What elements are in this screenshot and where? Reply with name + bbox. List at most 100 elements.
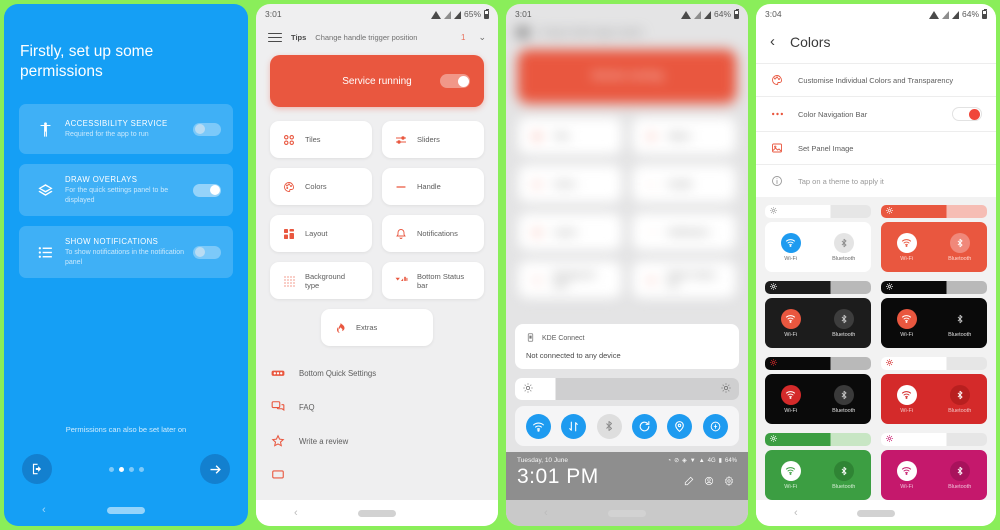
grid-item-handle[interactable]: Handle bbox=[382, 168, 484, 205]
permission-row-notifications[interactable]: SHOW NOTIFICATIONS To show notifications… bbox=[19, 226, 233, 279]
signal-icon-1 bbox=[693, 11, 701, 19]
tile-battery-saver[interactable] bbox=[702, 413, 728, 439]
tile-wifi[interactable] bbox=[526, 413, 552, 439]
list-item-partial[interactable] bbox=[270, 458, 484, 492]
list-item-write-a-review[interactable]: Write a review bbox=[270, 424, 484, 458]
settings-row-customise-colors[interactable]: Customise Individual Colors and Transpar… bbox=[756, 63, 996, 96]
theme-card-light-default[interactable]: Wi-Fi Bluetooth bbox=[765, 205, 871, 272]
signal-icon-1 bbox=[941, 11, 949, 19]
brightness-icon bbox=[885, 282, 894, 292]
battery-icon bbox=[734, 8, 739, 19]
theme-tile-wifi: Wi-Fi bbox=[896, 460, 917, 490]
grid-item-layout[interactable]: Layout bbox=[270, 215, 372, 252]
grid-item-bottom-status-bar[interactable]: Bottom Status bar bbox=[382, 262, 484, 299]
service-running-card[interactable]: Service running bbox=[270, 55, 484, 107]
permission-row-overlays[interactable]: DRAW OVERLAYS For the quick settings pan… bbox=[19, 164, 233, 217]
kde-connect-icon bbox=[526, 333, 535, 344]
tips-bar[interactable]: Tips Change handle trigger position 1 ⌄ bbox=[256, 24, 498, 53]
service-toggle[interactable] bbox=[440, 74, 470, 88]
grid-item-notifications[interactable]: Notifications bbox=[382, 215, 484, 252]
permission-toggle-overlays[interactable] bbox=[193, 183, 221, 197]
theme-card-red[interactable]: Wi-Fi Bluetooth bbox=[881, 357, 987, 424]
tile-mobile-data[interactable] bbox=[561, 413, 587, 439]
brightness-low-icon bbox=[523, 380, 533, 398]
back-arrow-icon[interactable]: ‹ bbox=[770, 33, 775, 50]
nav-back-icon[interactable]: ‹ bbox=[794, 507, 798, 519]
nav-back-icon[interactable]: ‹ bbox=[544, 507, 548, 519]
tips-label: Tips bbox=[291, 33, 307, 42]
settings-row-label: Set Panel Image bbox=[798, 143, 854, 153]
theme-tiles-preview: Wi-Fi Bluetooth bbox=[881, 374, 987, 424]
list-item-faq[interactable]: FAQ bbox=[270, 390, 484, 424]
chat-icon bbox=[270, 400, 286, 414]
permission-row-accessibility[interactable]: ACCESSIBILITY SERVICE Required for the a… bbox=[19, 104, 233, 155]
permission-text: DRAW OVERLAYS For the quick settings pan… bbox=[59, 175, 193, 205]
permission-subtitle: For the quick settings panel to be displ… bbox=[65, 187, 169, 204]
nav-dots-icon bbox=[770, 111, 784, 117]
theme-brightness-preview bbox=[881, 281, 987, 294]
permission-toggle-notifications[interactable] bbox=[193, 245, 221, 259]
arrow-right-icon[interactable] bbox=[200, 454, 230, 484]
grid-item-colors[interactable]: Colors bbox=[270, 168, 372, 205]
theme-tiles-preview: Wi-Fi Bluetooth bbox=[765, 374, 871, 424]
screenshot-strip: Firstly, set up some permissions ACCESSI… bbox=[0, 0, 1000, 530]
tile-location[interactable] bbox=[667, 413, 693, 439]
grid-item-tiles[interactable]: Tiles bbox=[270, 121, 372, 158]
theme-card-black-red[interactable]: Wi-Fi Bluetooth bbox=[765, 357, 871, 424]
chevron-down-icon[interactable]: ⌄ bbox=[478, 32, 486, 43]
theme-card-coral[interactable]: Wi-Fi Bluetooth bbox=[881, 205, 987, 272]
theme-tile-label: Wi-Fi bbox=[784, 407, 798, 414]
wifi-icon bbox=[780, 232, 801, 253]
nav-home-pill[interactable] bbox=[358, 509, 396, 517]
theme-tile-bluetooth: Bluetooth bbox=[948, 308, 971, 338]
dot-1 bbox=[108, 466, 114, 472]
settings-row-set-panel-image[interactable]: Set Panel Image bbox=[756, 131, 996, 164]
phone-panel-permissions: Firstly, set up some permissions ACCESSI… bbox=[0, 0, 252, 530]
dot-4 bbox=[138, 466, 144, 472]
quick-settings-icon bbox=[270, 366, 286, 380]
nav-home-pill[interactable] bbox=[107, 506, 145, 514]
brightness-icon bbox=[769, 358, 778, 368]
tile-auto-rotate[interactable] bbox=[632, 413, 658, 439]
nav-back-icon[interactable]: ‹ bbox=[42, 504, 46, 516]
theme-card-black-coral[interactable]: Wi-Fi Bluetooth bbox=[881, 281, 987, 348]
partial-icon bbox=[270, 468, 286, 482]
grid-item-extras[interactable]: Extras bbox=[321, 309, 433, 346]
screen-header: ‹ Colors bbox=[756, 24, 996, 63]
brightness-slider[interactable] bbox=[515, 378, 739, 400]
nav-home-pill[interactable] bbox=[608, 509, 646, 517]
nav-back-icon[interactable]: ‹ bbox=[294, 507, 298, 519]
layers-icon bbox=[31, 182, 59, 199]
theme-card-dark-coral[interactable]: Wi-Fi Bluetooth bbox=[765, 281, 871, 348]
edit-icon[interactable] bbox=[684, 476, 694, 489]
hamburger-icon[interactable] bbox=[268, 32, 282, 43]
notification-header: KDE Connect bbox=[526, 333, 728, 344]
grid-item-background-type[interactable]: Background type bbox=[270, 262, 372, 299]
exit-icon[interactable] bbox=[22, 454, 52, 484]
theme-card-magenta[interactable]: Wi-Fi Bluetooth bbox=[881, 433, 987, 500]
footer-action-icons bbox=[684, 475, 734, 489]
theme-tile-label: Bluetooth bbox=[948, 255, 972, 262]
grid-item-label: Handle bbox=[417, 182, 441, 191]
status-bar-icon bbox=[394, 275, 408, 286]
wifi-icon bbox=[780, 384, 801, 405]
theme-card-green[interactable]: Wi-Fi Bluetooth bbox=[765, 433, 871, 500]
nav-home-pill[interactable] bbox=[857, 509, 895, 517]
settings-row-color-navigation-bar[interactable]: Color Navigation Bar bbox=[756, 96, 996, 131]
list-item-bottom-quick-settings[interactable]: Bottom Quick Settings bbox=[270, 356, 484, 390]
permission-toggle-accessibility[interactable] bbox=[193, 122, 221, 136]
theme-tile-label: Bluetooth bbox=[948, 483, 972, 490]
settings-row-label: Customise Individual Colors and Transpar… bbox=[798, 75, 954, 85]
settings-icon[interactable] bbox=[724, 475, 734, 489]
color-navigation-bar-toggle[interactable] bbox=[952, 107, 982, 121]
notification-card[interactable]: KDE Connect Not connected to any device bbox=[515, 324, 739, 369]
bell-icon bbox=[394, 228, 408, 240]
grid-item-label: Tiles bbox=[305, 135, 321, 144]
status-time: 3:04 bbox=[765, 9, 782, 19]
grid-item-sliders[interactable]: Sliders bbox=[382, 121, 484, 158]
feature-grid: Tiles Sliders Colors Handle Layout Notif… bbox=[256, 107, 498, 299]
tile-bluetooth[interactable] bbox=[596, 413, 622, 439]
theme-tile-label: Bluetooth bbox=[948, 407, 972, 414]
user-icon[interactable] bbox=[704, 476, 714, 489]
permissions-note: Permissions can also be set later on bbox=[65, 425, 187, 434]
